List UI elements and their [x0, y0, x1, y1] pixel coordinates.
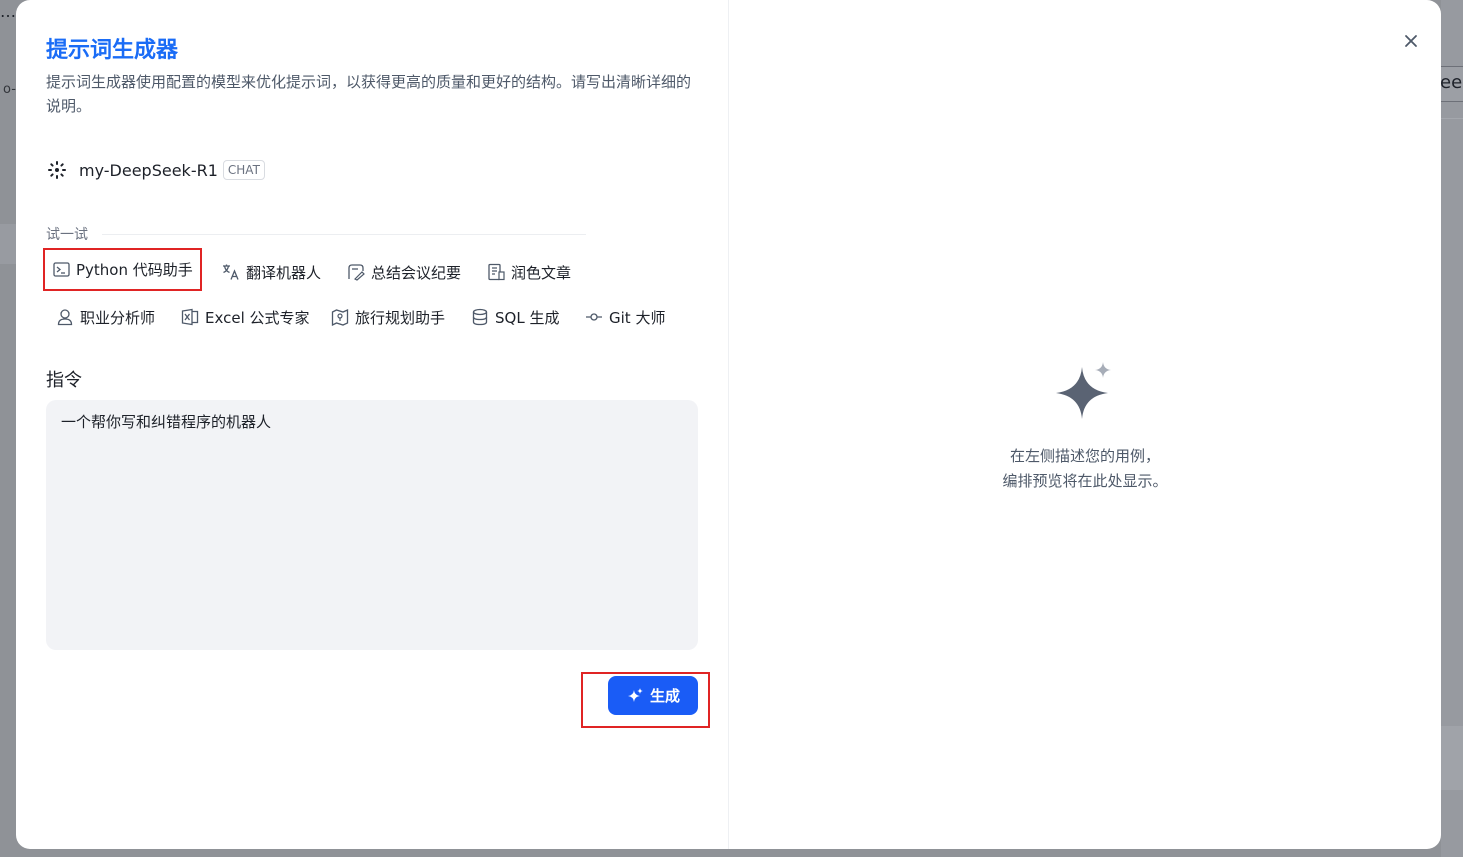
- suggestion-meeting-summary[interactable]: 总结会议纪要: [339, 257, 469, 287]
- try-it-label: 试一试: [46, 227, 88, 243]
- close-button[interactable]: [1399, 30, 1423, 54]
- git-commit-icon: [585, 308, 603, 326]
- try-it-header: 试一试: [46, 224, 586, 244]
- model-selector[interactable]: my-DeepSeek-R1 CHAT: [46, 158, 265, 182]
- dialog-title: 提示词生成器: [46, 38, 179, 63]
- background-fragment-top: …: [0, 2, 16, 21]
- prompt-generator-dialog: 提示词生成器 提示词生成器使用配置的模型来优化提示词，以获得更高的质量和更好的结…: [16, 0, 1441, 849]
- generator-form-pane: 提示词生成器 提示词生成器使用配置的模型来优化提示词，以获得更高的质量和更好的结…: [16, 0, 728, 849]
- dialog-description: 提示词生成器使用配置的模型来优化提示词，以获得更高的质量和更好的结构。请写出清晰…: [46, 73, 692, 115]
- suggestion-career-analyst[interactable]: 职业分析师: [48, 302, 163, 332]
- close-icon: [1404, 33, 1418, 52]
- document-edit-icon: [487, 263, 505, 281]
- background-panel: [1441, 726, 1463, 790]
- preview-empty-message: 在左侧描述您的用例， 编排预览将在此处显示。: [929, 444, 1241, 494]
- preview-empty-line2: 编排预览将在此处显示。: [1002, 472, 1168, 490]
- background-divider: [1441, 118, 1463, 119]
- suggestion-translation-bot[interactable]: 翻译机器人: [214, 257, 329, 287]
- model-type-badge: CHAT: [222, 160, 265, 180]
- suggestion-label: 润色文章: [511, 263, 572, 282]
- suggestion-label: Python 代码助手: [76, 261, 193, 279]
- instruction-input[interactable]: 一个帮你写和纠错程序的机器人: [46, 400, 698, 650]
- suggestion-excel-formula-expert[interactable]: Excel 公式专家: [173, 302, 318, 332]
- database-icon: [471, 308, 489, 326]
- suggestion-polish-article[interactable]: 润色文章: [479, 257, 579, 287]
- user-icon: [56, 308, 74, 326]
- suggestion-sql-generation[interactable]: SQL 生成: [463, 302, 567, 332]
- try-it-divider: [102, 233, 586, 235]
- sparkle-icon: [626, 687, 644, 705]
- preview-pane: 在左侧描述您的用例， 编排预览将在此处显示。: [729, 0, 1441, 849]
- suggestion-label: 总结会议纪要: [371, 263, 462, 282]
- excel-icon: [181, 308, 199, 326]
- map-icon: [331, 308, 349, 326]
- meeting-summary-icon: [347, 263, 365, 281]
- background-left-panel: [0, 224, 16, 264]
- generate-button-label: 生成: [649, 687, 680, 705]
- generate-button[interactable]: 生成: [608, 676, 698, 715]
- suggestion-git-master[interactable]: Git 大师: [577, 302, 673, 332]
- background-fragment-right: eek: [1440, 72, 1463, 93]
- background-fragment-icon: o-: [3, 82, 16, 97]
- suggestion-label: 旅行规划助手: [355, 308, 446, 327]
- suggestion-label: Excel 公式专家: [205, 308, 310, 327]
- suggestion-label: Git 大师: [609, 308, 666, 327]
- suggestion-travel-planner[interactable]: 旅行规划助手: [323, 302, 453, 332]
- model-provider-icon: [46, 159, 68, 181]
- terminal-icon: [52, 261, 70, 279]
- model-name: my-DeepSeek-R1: [79, 160, 218, 180]
- instruction-label: 指令: [46, 370, 82, 391]
- suggestion-label: SQL 生成: [495, 308, 560, 327]
- suggestion-label: 职业分析师: [80, 308, 156, 327]
- suggestion-label: 翻译机器人: [246, 263, 322, 282]
- preview-empty-line1: 在左侧描述您的用例，: [1009, 447, 1160, 465]
- sparkle-icon: [1055, 362, 1115, 424]
- translate-icon: [222, 263, 240, 281]
- suggestion-python-code-assistant[interactable]: Python 代码助手: [43, 248, 202, 291]
